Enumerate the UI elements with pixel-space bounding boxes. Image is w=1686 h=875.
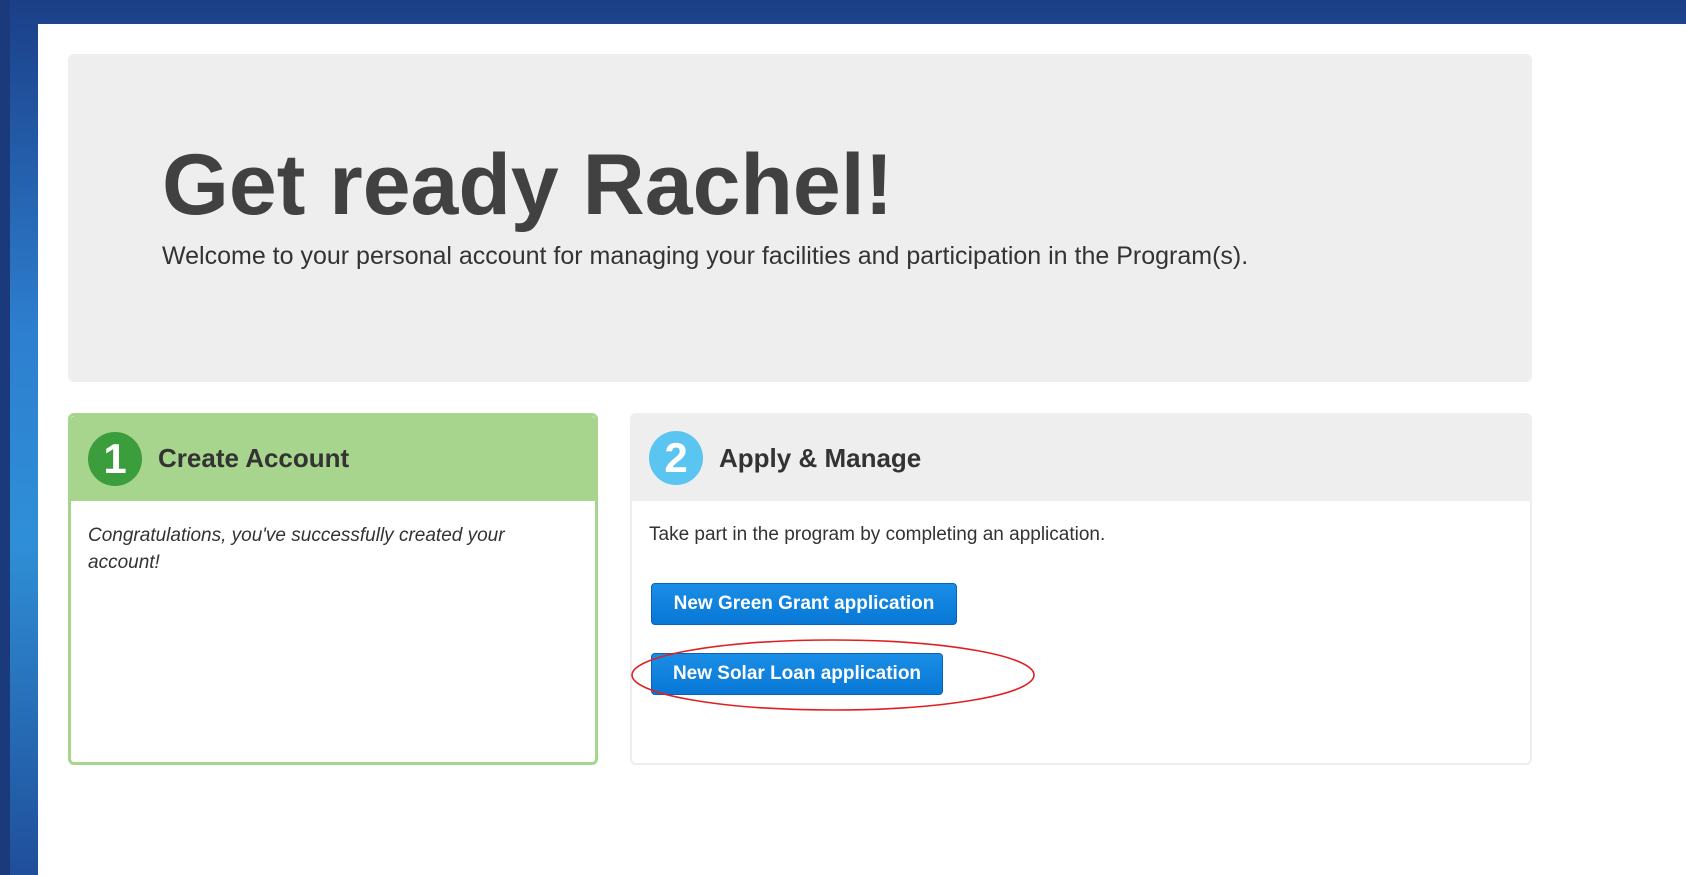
welcome-banner: Get ready Rachel! Welcome to your person… <box>68 54 1532 382</box>
step-create-account-body: Congratulations, you've successfully cre… <box>88 522 575 576</box>
welcome-message: Welcome to your personal account for man… <box>162 242 1249 270</box>
window-frame-edge <box>0 0 10 875</box>
step-create-account-panel: 1 Create Account Congratulations, you've… <box>68 413 598 765</box>
step-create-account-header: 1 Create Account <box>71 416 595 501</box>
page-title: Get ready Rachel! <box>162 137 894 233</box>
success-message: Congratulations, you've successfully cre… <box>88 525 505 573</box>
new-solar-loan-application-button[interactable]: New Solar Loan application <box>651 653 943 695</box>
step-title: Apply & Manage <box>719 442 922 473</box>
step-number-badge: 2 <box>649 431 703 485</box>
step-apply-manage-body: Take part in the program by completing a… <box>649 521 1510 548</box>
apply-instructions: Take part in the program by completing a… <box>649 524 1106 545</box>
step-apply-manage-panel: 2 Apply & Manage Take part in the progra… <box>630 413 1532 765</box>
dashboard-page: Get ready Rachel! Welcome to your person… <box>38 24 1686 875</box>
step-number-badge: 1 <box>88 431 142 486</box>
step-apply-manage-header: 2 Apply & Manage <box>632 415 1530 501</box>
step-title: Create Account <box>158 443 350 473</box>
new-green-grant-application-button[interactable]: New Green Grant application <box>651 583 957 625</box>
